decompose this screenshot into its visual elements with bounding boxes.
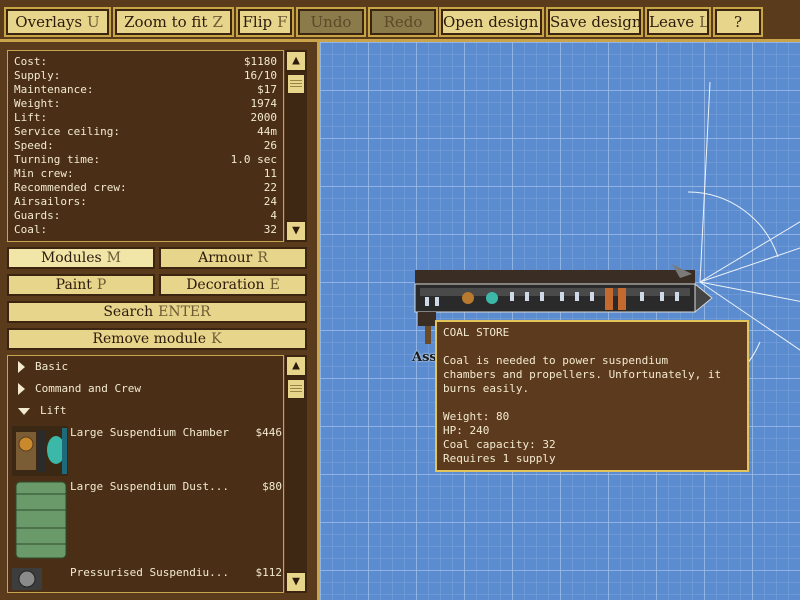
module-pressurised-suspendium[interactable]: Pressurised Suspendiu... $112 — [70, 566, 282, 579]
scroll-thumb[interactable] — [287, 74, 305, 94]
scroll-thumb[interactable] — [287, 379, 305, 399]
leave-button[interactable]: Leave L — [645, 7, 711, 37]
tooltip-description: Coal is needed to power suspendium — [443, 354, 669, 367]
expand-arrow-icon — [18, 361, 25, 373]
tooltip-hp: HP: 240 — [443, 424, 490, 437]
stat-row: Recommended crew: 22 — [8, 181, 283, 195]
module-list: Basic Command and Crew Lift Large Suspen… — [7, 355, 284, 593]
category-basic[interactable]: Basic — [18, 359, 68, 375]
stat-label: Coal: — [14, 223, 48, 236]
stat-label: Airsailors: — [14, 195, 87, 208]
stat-label: Turning time: — [14, 153, 101, 166]
stat-label: Speed: — [14, 139, 54, 152]
pressurised-suspendium-thumbnail[interactable] — [12, 566, 42, 590]
large-suspendium-dust-thumbnail[interactable] — [12, 480, 68, 560]
remove-module-button[interactable]: Remove module K — [7, 328, 307, 350]
stat-value: 22 — [263, 181, 277, 194]
expand-arrow-icon — [18, 383, 25, 395]
stat-value: 11 — [263, 167, 277, 180]
stat-value: 26 — [263, 139, 277, 152]
tooltip-weight: Weight: 80 — [443, 410, 510, 423]
stat-value: 2000 — [250, 111, 278, 124]
stat-value: 44m — [257, 125, 277, 138]
stat-row: Service ceiling: 44m — [8, 125, 283, 139]
stat-label: Supply: — [14, 69, 61, 82]
collapse-arrow-icon — [18, 407, 30, 415]
help-button[interactable]: ? — [713, 7, 763, 37]
tooltip-description: burns easily. — [443, 382, 530, 395]
open-design-button[interactable]: Open designO — [439, 7, 544, 37]
save-design-button[interactable]: Save designV — [546, 7, 643, 37]
stat-value: $1180 — [243, 55, 277, 68]
stat-label: Service ceiling: — [14, 125, 120, 138]
category-lift[interactable]: Lift — [18, 403, 67, 419]
tooltip-supply: Requires 1 supply — [443, 452, 556, 465]
tooltip-description: chambers and propellers. Unfortunately, … — [443, 368, 722, 381]
suspendium-dust-tank-icon — [15, 481, 67, 559]
stat-row: Lift: 2000 — [8, 111, 283, 125]
overlays-button[interactable]: Overlays U — [4, 7, 111, 37]
stat-row: Supply: 16/10 — [8, 69, 283, 83]
stat-label: Weight: — [14, 97, 61, 110]
decoration-tab-button[interactable]: Decoration E — [159, 274, 307, 296]
stat-row: Coal: 32 — [8, 223, 283, 237]
search-button[interactable]: Search ENTER — [7, 301, 307, 323]
stats-scrollbar[interactable]: ▲ ▼ — [285, 50, 307, 242]
large-suspendium-chamber-thumbnail[interactable] — [12, 426, 68, 476]
module-tooltip: COAL STORE Coal is needed to power suspe… — [435, 320, 749, 472]
flip-button[interactable]: Flip F — [236, 7, 294, 37]
undo-button[interactable]: Undo — [296, 7, 366, 37]
stat-label: Cost: — [14, 55, 48, 68]
stat-label: Lift: — [14, 111, 48, 124]
stat-label: Recommended crew: — [14, 181, 127, 194]
top-toolbar: Overlays U Zoom to fit Z Flip F Undo Redo O… — [0, 0, 800, 42]
suspendium-chamber-icon — [12, 426, 68, 476]
paint-tab-button[interactable]: Paint P — [7, 274, 155, 296]
category-command-and-crew[interactable]: Command and Crew — [18, 381, 141, 397]
stat-value: 1.0 sec — [230, 153, 277, 166]
tooltip-title: COAL STORE — [443, 326, 510, 339]
scroll-up-arrow-icon[interactable]: ▲ — [285, 355, 307, 377]
stat-row: Turning time: 1.0 sec — [8, 153, 283, 167]
stat-row: Weight: 1974 — [8, 97, 283, 111]
pressurised-suspendium-icon — [12, 568, 42, 590]
stat-value: 24 — [263, 195, 277, 208]
stat-value: 4 — [270, 209, 277, 222]
module-large-suspendium-dust[interactable]: Large Suspendium Dust... $80 — [70, 480, 282, 493]
stat-label: Guards: — [14, 209, 61, 222]
scroll-down-arrow-icon[interactable]: ▼ — [285, 220, 307, 242]
scroll-down-arrow-icon[interactable]: ▼ — [285, 571, 307, 593]
tooltip-coal-capacity: Coal capacity: 32 — [443, 438, 556, 451]
stat-row: Airsailors: 24 — [8, 195, 283, 209]
stat-value: 1974 — [250, 97, 278, 110]
stat-value: 32 — [263, 223, 277, 236]
armour-tab-button[interactable]: Armour R — [159, 247, 307, 269]
stat-label: Maintenance: — [14, 83, 94, 96]
zoom-to-fit-button[interactable]: Zoom to fit Z — [113, 7, 234, 37]
stat-label: Min crew: — [14, 167, 74, 180]
stat-row: Min crew: 11 — [8, 167, 283, 181]
redo-button[interactable]: Redo — [368, 7, 438, 37]
module-large-suspendium-chamber[interactable]: Large Suspendium Chamber $446 — [70, 426, 282, 439]
stat-row: Speed: 26 — [8, 139, 283, 153]
stat-value: 16/10 — [243, 69, 277, 82]
stat-value: $17 — [257, 83, 277, 96]
stat-row: Guards: 4 — [8, 209, 283, 223]
modules-tab-button[interactable]: Modules M — [7, 247, 155, 269]
module-list-scrollbar[interactable]: ▲ ▼ — [285, 355, 307, 593]
stat-row: Cost: $1180 — [8, 55, 283, 69]
scroll-up-arrow-icon[interactable]: ▲ — [285, 50, 307, 72]
ship-stats-panel: Cost: $1180 Supply: 16/10 Maintenance: $17 Wei… — [7, 50, 284, 242]
stat-row: Maintenance: $17 — [8, 83, 283, 97]
